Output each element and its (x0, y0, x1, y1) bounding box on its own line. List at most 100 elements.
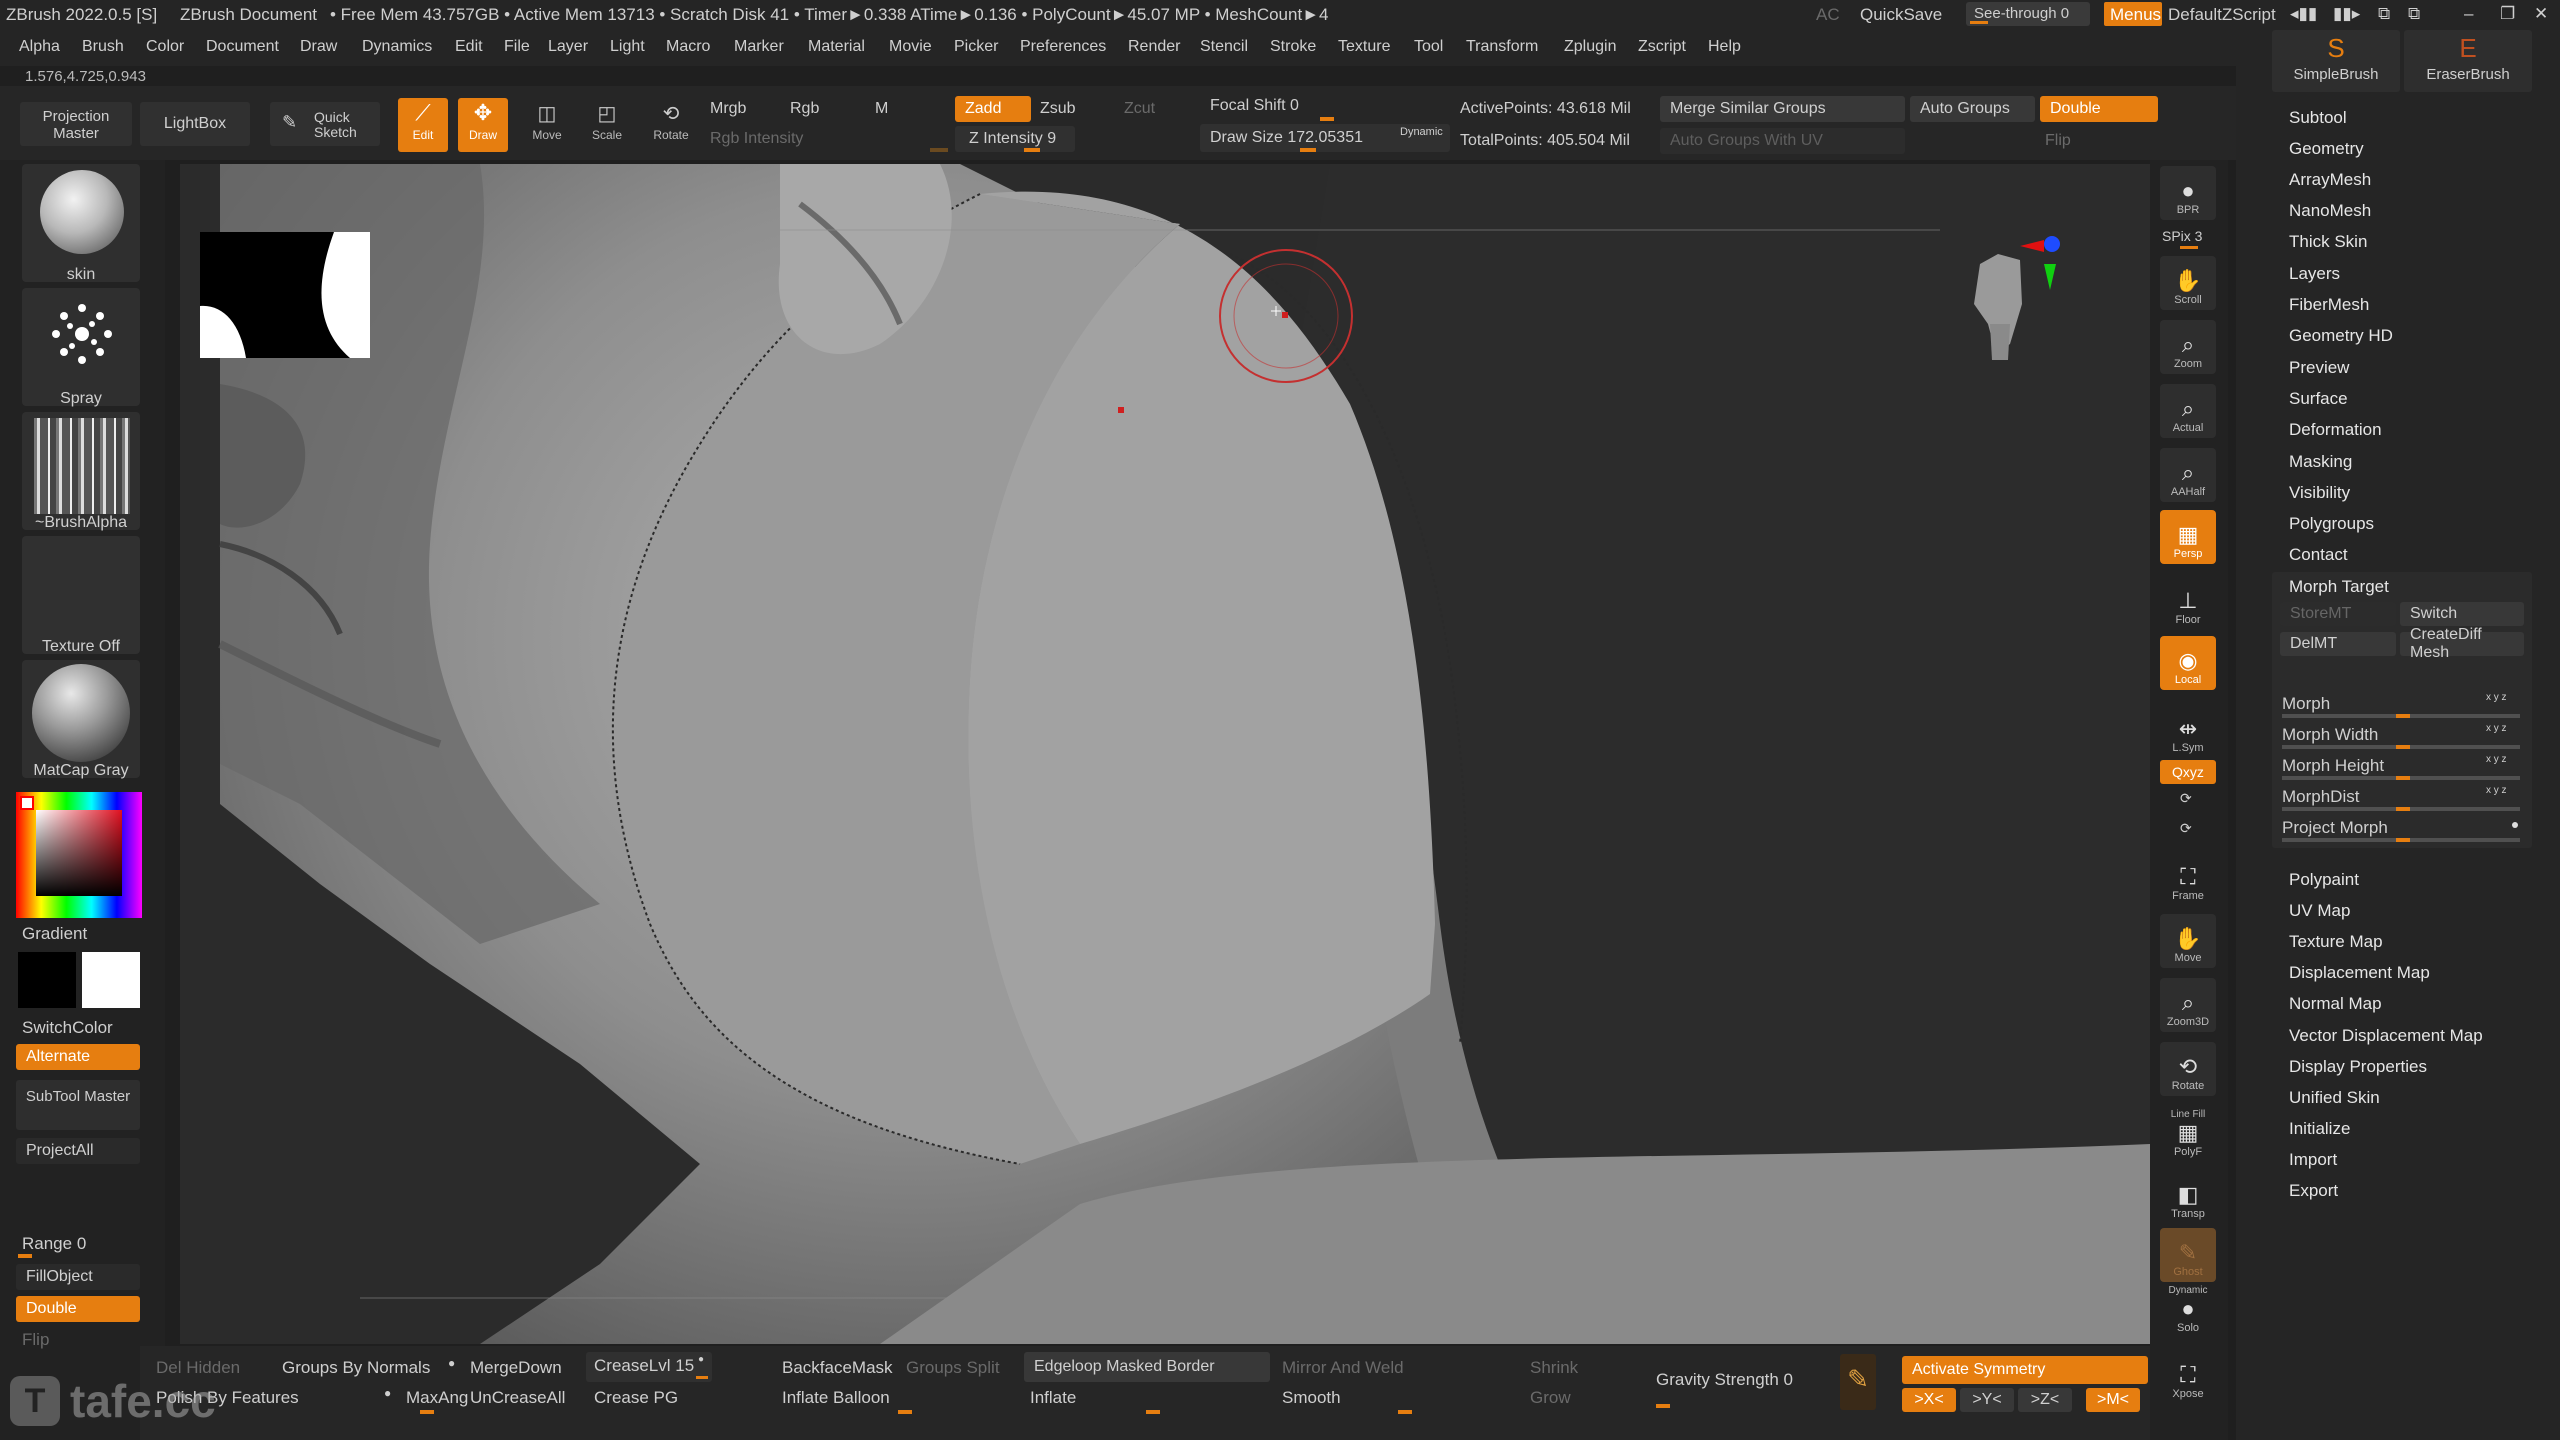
fibermesh-menu[interactable]: FiberMesh (2289, 295, 2369, 315)
morph-xyz-toggle[interactable]: x y z (2486, 692, 2507, 703)
close-icon[interactable]: ✕ (2534, 4, 2548, 24)
menu-material[interactable]: Material (808, 38, 865, 56)
inflate-balloon-slider[interactable]: Inflate Balloon (782, 1388, 890, 1408)
menu-brush[interactable]: Brush (82, 38, 124, 56)
displacement-map-menu[interactable]: Displacement Map (2289, 963, 2430, 983)
see-through-slider[interactable]: See-through 0 (1966, 2, 2090, 26)
layout-icon[interactable]: ◂▮▮ (2290, 4, 2317, 24)
lsym-button[interactable]: ⇹ L.Sym (2160, 704, 2216, 758)
menu-dynamics[interactable]: Dynamics (362, 38, 432, 56)
z-symmetry-button[interactable]: >Z< (2018, 1388, 2072, 1412)
contact-menu[interactable]: Contact (2289, 545, 2348, 565)
morph-target-menu[interactable]: Morph Target (2289, 577, 2389, 597)
menu-document[interactable]: Document (206, 38, 279, 56)
groups-by-normals-button[interactable]: Groups By Normals (282, 1358, 430, 1378)
primary-color-swatch[interactable] (82, 952, 140, 1008)
rgb-intensity-slider[interactable]: Rgb Intensity (710, 130, 803, 148)
mrgb-button[interactable]: Mrgb (710, 100, 746, 118)
viewport-canvas[interactable] (180, 164, 2150, 1344)
create-diff-mesh-button[interactable]: CreateDiff Mesh (2400, 626, 2524, 661)
move-view-button[interactable]: ✋ Move (2160, 914, 2216, 968)
store-mt-button[interactable]: StoreMT (2280, 602, 2396, 626)
polypaint-menu[interactable]: Polypaint (2289, 870, 2359, 890)
activate-symmetry-button[interactable]: Activate Symmetry (1902, 1356, 2148, 1384)
menu-draw[interactable]: Draw (300, 38, 337, 56)
double-sided-button[interactable]: Double (16, 1296, 140, 1322)
del-mt-button[interactable]: DelMT (2280, 632, 2396, 656)
stroke-selector[interactable] (22, 288, 140, 406)
rgb-button[interactable]: Rgb (790, 100, 819, 118)
rotate-view-button[interactable]: ⟲ Rotate (2160, 1042, 2216, 1096)
arraymesh-menu[interactable]: ArrayMesh (2289, 170, 2371, 190)
auto-groups-with-uv-button[interactable]: Auto Groups With UV (1660, 128, 1905, 154)
menu-macro[interactable]: Macro (666, 38, 710, 56)
menu-movie[interactable]: Movie (889, 38, 932, 56)
polygroups-menu[interactable]: Polygroups (2289, 514, 2374, 534)
minimize-icon[interactable]: – (2464, 4, 2473, 24)
actual-button[interactable]: ⌕ Actual (2160, 384, 2216, 438)
palette-icon[interactable]: ▮▮▸ (2333, 4, 2360, 24)
transp-button[interactable]: ◧ Transp (2160, 1170, 2216, 1224)
morph-width-xyz-toggle[interactable]: x y z (2486, 723, 2507, 734)
zcut-button[interactable]: Zcut (1124, 100, 1155, 118)
main-color-swatch[interactable] (20, 796, 34, 810)
mirror-and-weld-button[interactable]: Mirror And Weld (1282, 1358, 1404, 1378)
uv-map-menu[interactable]: UV Map (2289, 901, 2350, 921)
morph-width-slider[interactable]: Morph Width x y z (2280, 723, 2524, 749)
subtool-master-button[interactable]: SubTool Master (16, 1080, 140, 1130)
visibility-menu[interactable]: Visibility (2289, 483, 2350, 503)
menu-stroke[interactable]: Stroke (1270, 38, 1316, 56)
m-symmetry-button[interactable]: >M< (2086, 1388, 2140, 1412)
x-symmetry-button[interactable]: >X< (1902, 1388, 1956, 1412)
navigation-gizmo[interactable] (1960, 234, 2060, 384)
flip-button[interactable]: Flip (2045, 132, 2071, 150)
morphdist-slider[interactable]: MorphDist x y z (2280, 785, 2524, 811)
menu-file[interactable]: File (504, 38, 530, 56)
rotate-z-icon[interactable]: ⟳ (2180, 820, 2192, 837)
menu-light[interactable]: Light (610, 38, 645, 56)
alternate-button[interactable]: Alternate (16, 1044, 140, 1070)
unified-skin-menu[interactable]: Unified Skin (2289, 1088, 2380, 1108)
bpr-button[interactable]: ● BPR (2160, 166, 2216, 220)
menu-texture[interactable]: Texture (1338, 38, 1390, 56)
menu-stencil[interactable]: Stencil (1200, 38, 1248, 56)
move-button[interactable]: ◫ Move (522, 100, 572, 152)
layers-menu[interactable]: Layers (2289, 264, 2340, 284)
lightbox-button[interactable]: LightBox (140, 102, 250, 146)
shrink-button[interactable]: Shrink (1530, 1358, 1578, 1378)
z-intensity-slider[interactable]: Z Intensity 9 (955, 126, 1075, 152)
auto-groups-button[interactable]: Auto Groups (1910, 96, 2035, 122)
default-zscript-button[interactable]: DefaultZScript (2168, 5, 2276, 25)
quicksave-button[interactable]: QuickSave (1860, 5, 1942, 25)
geometry-hd-menu[interactable]: Geometry HD (2289, 326, 2393, 346)
menus-button[interactable]: Menus (2104, 2, 2162, 26)
qxyz-button[interactable]: Qxyz (2160, 760, 2216, 784)
focal-shift-slider[interactable]: Focal Shift 0 (1210, 97, 1299, 115)
uncrease-all-button[interactable]: UnCreaseAll (470, 1388, 565, 1408)
merge-similar-groups-button[interactable]: Merge Similar Groups (1660, 96, 1905, 122)
deformation-menu[interactable]: Deformation (2289, 420, 2382, 440)
ghost-button[interactable]: ✎ Ghost (2160, 1228, 2216, 1282)
texture-map-menu[interactable]: Texture Map (2289, 932, 2383, 952)
export-menu[interactable]: Export (2289, 1181, 2338, 1201)
zsub-button[interactable]: Zsub (1040, 100, 1076, 118)
display-properties-menu[interactable]: Display Properties (2289, 1057, 2427, 1077)
draw-button[interactable]: ✥ Draw (458, 98, 508, 152)
masking-menu[interactable]: Masking (2289, 452, 2352, 472)
groups-split-button[interactable]: Groups Split (906, 1358, 1000, 1378)
import-menu[interactable]: Import (2289, 1150, 2337, 1170)
switchcolor-button[interactable]: SwitchColor (22, 1018, 113, 1038)
brush-selector[interactable] (22, 164, 140, 282)
menu-color[interactable]: Color (146, 38, 184, 56)
initialize-menu[interactable]: Initialize (2289, 1119, 2350, 1139)
simple-brush-tool[interactable]: S SimpleBrush (2272, 30, 2400, 92)
color-picker-square[interactable] (36, 810, 122, 896)
symmetry-icon-button[interactable]: ✎ (1840, 1354, 1876, 1410)
secondary-color-swatch[interactable] (18, 952, 76, 1008)
morphdist-xyz-toggle[interactable]: x y z (2486, 785, 2507, 796)
edgeloop-masked-border-button[interactable]: Edgeloop Masked Border (1024, 1352, 1270, 1382)
quick-sketch-button[interactable]: ✎ Quick Sketch (270, 102, 380, 146)
scroll-button[interactable]: ✋ Scroll (2160, 256, 2216, 310)
normal-map-menu[interactable]: Normal Map (2289, 994, 2382, 1014)
subtool-menu[interactable]: Subtool (2289, 108, 2347, 128)
